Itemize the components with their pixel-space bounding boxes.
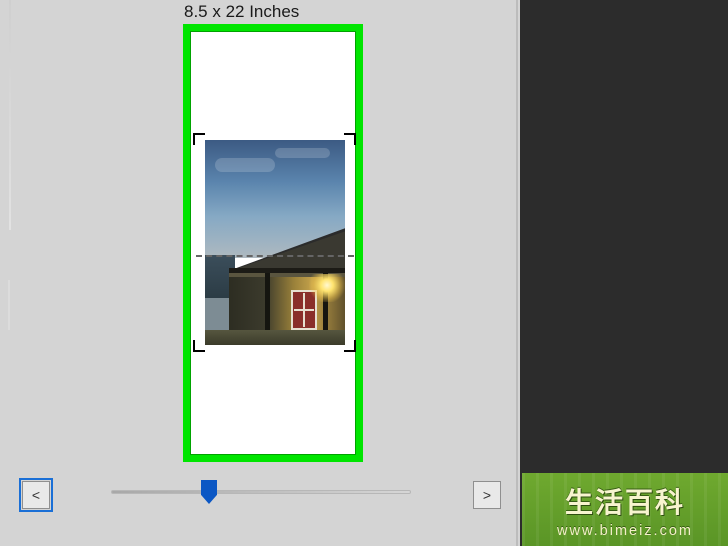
prev-page-button[interactable]: < — [22, 481, 50, 509]
crop-handle-top-left[interactable] — [193, 133, 205, 145]
right-dark-panel — [520, 0, 728, 546]
chevron-left-icon: < — [32, 487, 40, 503]
panel-divider — [9, 0, 11, 230]
crop-handle-bottom-left[interactable] — [193, 340, 205, 352]
watermark-url: www.bimeiz.com — [557, 523, 693, 539]
panel-divider — [0, 280, 10, 330]
page-fold-guide — [196, 255, 354, 257]
watermark-title: 生活百科 — [565, 481, 685, 521]
zoom-slider-track[interactable] — [111, 490, 411, 494]
crop-region[interactable] — [196, 136, 353, 349]
next-page-button[interactable]: > — [473, 481, 501, 509]
watermark-badge: 生活百科 www.bimeiz.com — [522, 473, 728, 546]
chevron-right-icon: > — [483, 487, 491, 503]
print-preview-pane: 8.5 x 22 Inches < > — [0, 0, 518, 546]
crop-handle-bottom-right[interactable] — [344, 340, 356, 352]
zoom-slider-thumb[interactable] — [201, 480, 217, 504]
crop-handle-top-right[interactable] — [344, 133, 356, 145]
page-size-label: 8.5 x 22 Inches — [184, 2, 299, 22]
